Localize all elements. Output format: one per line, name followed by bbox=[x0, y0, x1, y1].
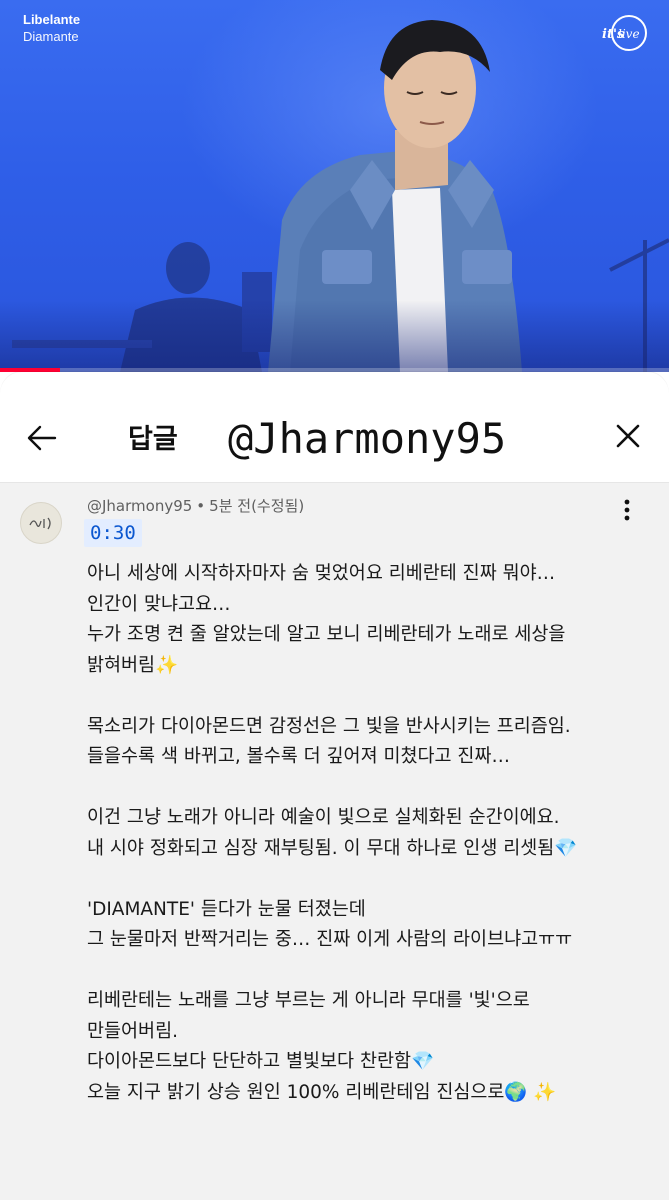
sheet-title: 답글 bbox=[128, 424, 178, 455]
video-player[interactable]: Libelante Diamante it's live bbox=[0, 0, 669, 372]
avatar[interactable] bbox=[20, 502, 62, 544]
comment-line: 인간이 맞냐고요… bbox=[87, 593, 231, 615]
comment-time: 5분 전(수정됨) bbox=[209, 497, 305, 515]
close-icon bbox=[616, 424, 640, 448]
comment-line: 목소리가 다이아몬드면 감정선은 그 빛을 반사시키는 프리즘임. bbox=[87, 715, 571, 737]
comment-line: 만들어버림. bbox=[87, 1020, 178, 1042]
video-title: Libelante bbox=[23, 12, 81, 27]
svg-text:live: live bbox=[618, 27, 640, 41]
comment-meta: @Jharmony95 • 5분 전(수정됨) bbox=[87, 495, 304, 516]
comment-author[interactable]: @Jharmony95 bbox=[87, 497, 192, 515]
comment-paragraph-gap bbox=[87, 681, 647, 712]
comment-paragraph-gap bbox=[87, 864, 647, 895]
comment-paragraph-gap bbox=[87, 956, 647, 987]
comment-line: 오늘 지구 밝기 상승 원인 100% 리베란테임 진심으로🌍 ✨ bbox=[87, 1081, 557, 1103]
comment-line: 리베란테는 노래를 그냥 부르는 게 아니라 무대를 '빛'으로 bbox=[87, 990, 530, 1011]
stage-floor bbox=[0, 300, 669, 372]
more-options-button[interactable] bbox=[612, 495, 642, 525]
comment: @Jharmony95 • 5분 전(수정됨) 0:30 아니 세상에 시작하자마자… bbox=[0, 483, 669, 1200]
comment-line: 들을수록 색 바뀌고, 볼수록 더 깊어져 미쳤다고 진짜… bbox=[87, 746, 510, 767]
handle-banner-text: @Jharmony95 bbox=[228, 413, 507, 463]
handle-banner: @Jharmony95 bbox=[222, 394, 608, 482]
comment-paragraph-gap bbox=[87, 773, 647, 804]
comment-line: 그 눈물마저 반짝거리는 중… 진짜 이게 사람의 라이브냐고ㅠㅠ bbox=[87, 929, 573, 950]
comment-line: 이건 그냥 노래가 아니라 예술이 빛으로 실체화된 순간이에요. bbox=[87, 807, 560, 828]
reply-sheet: 답글 @Jharmony95 @Jharmony95 • 5분 전(수정됨) 0… bbox=[0, 372, 669, 1200]
comment-line: 'DIAMANTE' 듣다가 눈물 터졌는데 bbox=[87, 898, 366, 920]
comment-line: 내 시야 정화되고 심장 재부팅됨. 이 무대 하나로 인생 리셋됨💎 bbox=[87, 837, 578, 859]
comment-line: 아니 세상에 시작하자마자 숨 멎었어요 리베란테 진짜 뭐야… bbox=[87, 563, 556, 584]
brand-logo-icon: it's live bbox=[602, 15, 647, 51]
comment-line: 누가 조명 켠 줄 알았는데 알고 보니 리베란테가 노래로 세상을 bbox=[87, 624, 566, 645]
more-vertical-icon bbox=[624, 499, 630, 521]
avatar-signature-icon bbox=[29, 517, 51, 530]
meta-separator: • bbox=[196, 497, 206, 515]
back-button[interactable] bbox=[20, 416, 64, 460]
video-title-block: Libelante Diamante bbox=[23, 12, 80, 45]
comment-text: 아니 세상에 시작하자마자 숨 멎었어요 리베란테 진짜 뭐야… 인간이 맞냐고요… bbox=[87, 559, 647, 1108]
comment-line: 다이아몬드보다 단단하고 별빛보다 찬란함💎 bbox=[87, 1051, 435, 1072]
close-button[interactable] bbox=[606, 414, 650, 458]
video-subtitle: Diamante bbox=[23, 29, 79, 44]
arrow-left-icon bbox=[27, 425, 57, 451]
comment-line: 밝혀버림✨ bbox=[87, 654, 179, 676]
timestamp-link[interactable]: 0:30 bbox=[84, 519, 142, 547]
sheet-header: 답글 @Jharmony95 bbox=[0, 372, 669, 482]
